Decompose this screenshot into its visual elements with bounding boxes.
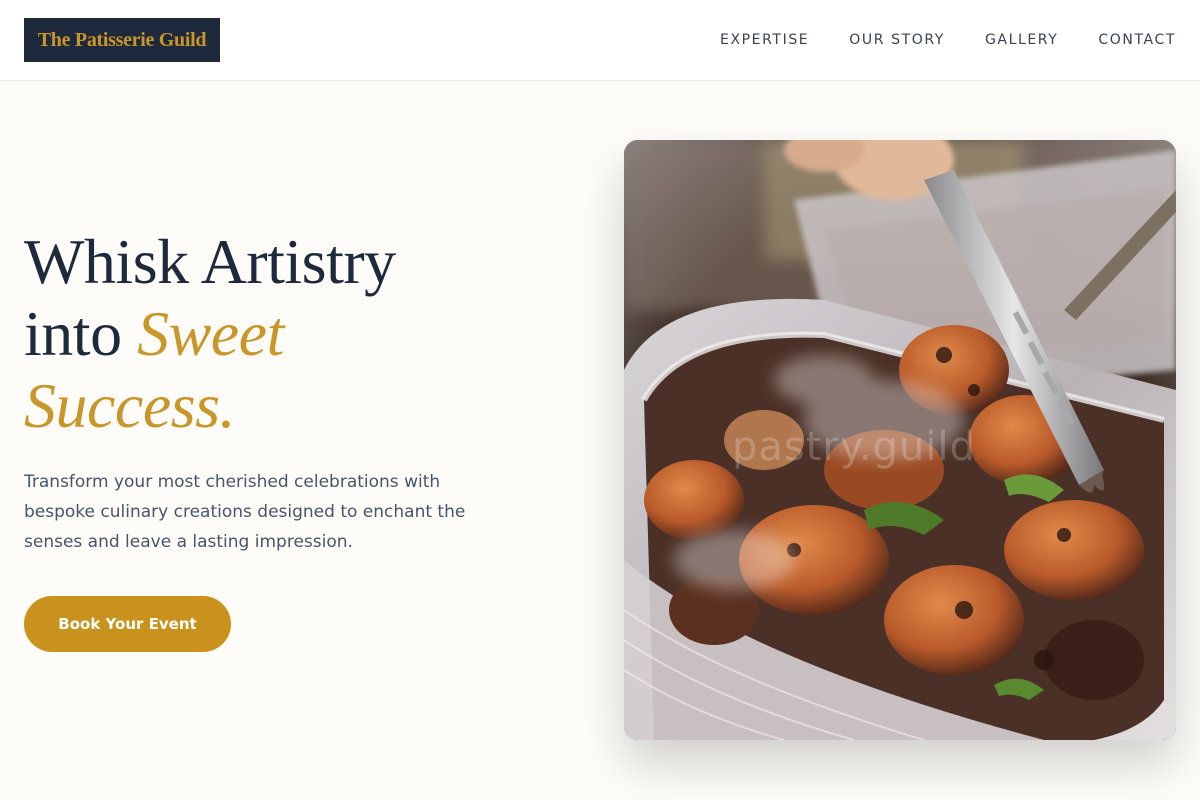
nav-link-contact[interactable]: CONTACT	[1098, 30, 1176, 50]
image-watermark: pastry.guild	[732, 424, 976, 470]
nav-link-our-story[interactable]: OUR STORY	[849, 30, 945, 50]
grilled-food-illustration: pastry.guild	[624, 140, 1176, 740]
nav-link-expertise[interactable]: EXPERTISE	[720, 30, 809, 50]
hero-food-image: pastry.guild	[624, 140, 1176, 740]
main-nav: EXPERTISE OUR STORY GALLERY CONTACT	[720, 30, 1176, 50]
headline-accent-success: Success.	[24, 370, 236, 441]
hero-headline: Whisk Artistry into Sweet Success.	[24, 226, 544, 442]
top-navigation-bar: The Patisserie Guild EXPERTISE OUR STORY…	[0, 0, 1200, 81]
book-event-button[interactable]: Book Your Event	[24, 596, 231, 652]
headline-line-2-plain: into	[24, 298, 138, 369]
headline-line-1: Whisk Artistry	[24, 226, 396, 297]
headline-accent-sweet: Sweet	[137, 298, 284, 369]
brand-logo[interactable]: The Patisserie Guild	[24, 18, 220, 62]
hero-description: Transform your most cherished celebratio…	[24, 472, 466, 552]
nav-link-gallery[interactable]: GALLERY	[985, 30, 1058, 50]
